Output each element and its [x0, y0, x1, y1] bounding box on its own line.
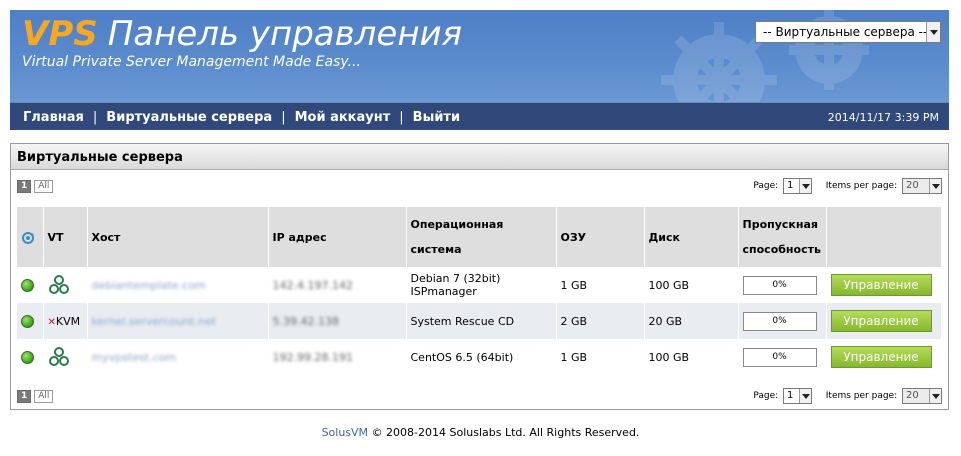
nav-separator: |: [281, 110, 286, 125]
page-select[interactable]: 1: [783, 178, 813, 194]
virtual-servers-select[interactable]: -- Виртуальные сервера --: [755, 21, 941, 43]
ip-address: 142.4.197.142: [272, 278, 353, 292]
bandwidth-bar: 0%: [742, 311, 817, 331]
status-online-icon: [21, 314, 34, 328]
ip-address: 5.39.42.138: [272, 314, 339, 328]
manage-button[interactable]: Управление: [830, 346, 932, 368]
main-nav-bar: Главная | Виртуальные сервера | Мой аккаунт |…: [10, 102, 949, 130]
disk-value: 100 GB: [644, 267, 739, 303]
footer: SolusVM © 2008-2014 Soluslabs Ltd. All R…: [0, 426, 961, 439]
chevron-down-icon[interactable]: [799, 389, 812, 403]
virtual-servers-table: VT Хост IP адрес Операционная система ОЗ…: [17, 207, 942, 375]
col-actions: [826, 207, 942, 267]
pager-top: 1 All Page: 1 Items per page: 20: [17, 178, 942, 196]
col-os: Операционная система: [406, 207, 557, 267]
panel-title: Виртуальные сервера: [11, 144, 948, 170]
col-host: Хост: [87, 207, 269, 267]
disk-value: 20 GB: [644, 303, 739, 339]
pager-controls: Page: 1 Items per page: 20: [753, 388, 942, 404]
ip-address: 192.99.28.191: [272, 350, 353, 364]
per-page-label: Items per page:: [825, 391, 898, 401]
virtual-servers-panel: Виртуальные сервера 1 All Page: 1 Items p…: [10, 143, 949, 410]
nav-logout[interactable]: Выйти: [413, 110, 460, 125]
nav-my-account[interactable]: Мой аккаунт: [295, 110, 391, 125]
footer-brand-link[interactable]: SolusVM: [322, 426, 369, 439]
page-1-button[interactable]: 1: [17, 180, 32, 193]
col-refresh[interactable]: [17, 207, 44, 267]
tagline: Virtual Private Server Management Made E…: [22, 54, 361, 70]
page-all-button[interactable]: All: [34, 390, 54, 403]
col-bandwidth: Пропускная способность: [738, 207, 827, 267]
per-page-select-value: 20: [906, 180, 919, 191]
nav-home[interactable]: Главная: [23, 110, 84, 125]
footer-copyright: © 2008-2014 Soluslabs Ltd. All Rights Re…: [371, 426, 640, 439]
chevron-down-icon[interactable]: [929, 389, 941, 403]
logo-title: Панель управления: [107, 14, 463, 54]
host-name[interactable]: myvpstest.com: [92, 351, 177, 364]
bandwidth-bar: 0%: [742, 347, 817, 367]
per-page-select[interactable]: 20: [902, 388, 942, 404]
table-row: ✕KVM kernel.servercount.net 5.39.42.138 …: [17, 303, 942, 339]
page-label: Page:: [753, 181, 779, 191]
disk-value: 100 GB: [644, 339, 739, 375]
page-label: Page:: [753, 391, 779, 401]
os-name: CentOS 6.5 (64bit): [406, 339, 557, 375]
refresh-icon[interactable]: [21, 231, 35, 245]
ram-value: 1 GB: [556, 339, 645, 375]
ram-value: 1 GB: [556, 267, 645, 303]
main-nav: Главная | Виртуальные сервера | Мой аккаунт |…: [23, 110, 460, 125]
host-name[interactable]: debiantemplate.com: [92, 279, 206, 292]
status-online-icon: [21, 278, 34, 292]
pager-bottom: 1 All Page: 1 Items per page: 20: [17, 388, 942, 406]
chevron-down-icon[interactable]: [926, 22, 940, 42]
page-select-value: 1: [787, 180, 794, 191]
pager-controls: Page: 1 Items per page: 20: [753, 178, 942, 194]
page-select-value: 1: [787, 390, 794, 401]
kvm-label: KVM: [55, 314, 81, 328]
ram-value: 2 GB: [556, 303, 645, 339]
page-select[interactable]: 1: [783, 388, 813, 404]
os-name: System Rescue CD: [406, 303, 557, 339]
manage-button[interactable]: Управление: [830, 274, 932, 296]
manage-button[interactable]: Управление: [830, 310, 932, 332]
col-ip: IP адрес: [268, 207, 407, 267]
xen-icon: [48, 275, 69, 294]
col-vt: VT: [43, 207, 88, 267]
kvm-icon: ✕KVM: [47, 314, 81, 328]
header-banner: VPS Панель управления Virtual Private Ser…: [10, 10, 949, 102]
logo: VPS Панель управления: [22, 14, 462, 54]
per-page-label: Items per page:: [825, 181, 898, 191]
nav-separator: |: [399, 110, 404, 125]
os-name: Debian 7 (32bit) ISPmanager: [406, 267, 557, 303]
nav-separator: |: [92, 110, 98, 125]
per-page-select-value: 20: [906, 390, 919, 401]
page-1-button[interactable]: 1: [17, 390, 32, 403]
current-datetime: 2014/11/17 3:39 PM: [827, 111, 939, 124]
bandwidth-bar: 0%: [742, 275, 817, 295]
logo-prefix: VPS: [22, 14, 98, 54]
xen-icon: [48, 347, 69, 366]
table-header-row: VT Хост IP адрес Операционная система ОЗ…: [17, 207, 942, 267]
table-row: debiantemplate.com 142.4.197.142 Debian …: [17, 267, 942, 303]
host-name[interactable]: kernel.servercount.net: [92, 315, 217, 328]
col-disk: Диск: [644, 207, 739, 267]
chevron-down-icon[interactable]: [929, 179, 941, 193]
table-row: myvpstest.com 192.99.28.191 CentOS 6.5 (…: [17, 339, 942, 375]
per-page-select[interactable]: 20: [902, 178, 942, 194]
status-online-icon: [21, 350, 34, 364]
virtual-servers-select-value: -- Виртуальные сервера --: [763, 25, 928, 39]
nav-virtual-servers[interactable]: Виртуальные сервера: [106, 110, 272, 125]
page-all-button[interactable]: All: [34, 180, 54, 193]
col-ram: ОЗУ: [556, 207, 645, 267]
chevron-down-icon[interactable]: [799, 179, 812, 193]
